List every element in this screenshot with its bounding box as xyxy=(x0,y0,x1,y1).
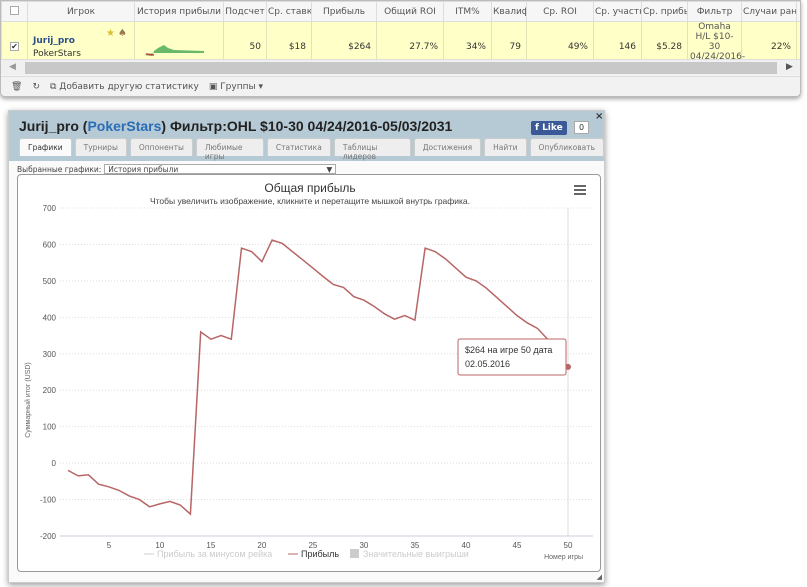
title-player: Jurij_pro xyxy=(19,118,79,134)
like-count: 0 xyxy=(574,121,590,134)
x-tick-label: 50 xyxy=(564,541,573,550)
player-dialog: Jurij_pro (PokerStars) Фильтр:OHL $10-30… xyxy=(8,110,605,583)
legend-symbol xyxy=(350,549,359,558)
sparkline-icon xyxy=(144,44,204,56)
tab-statistics[interactable]: Статистика xyxy=(266,138,331,156)
close-icon[interactable]: × xyxy=(595,111,603,122)
col-header[interactable]: Случаи ранн xyxy=(741,1,797,22)
tooltip-line2: 02.05.2016 xyxy=(465,359,510,369)
col-header-overflow xyxy=(796,1,800,22)
col-header[interactable]: Фильтр xyxy=(687,1,742,22)
stats-grid-panel: Игрок История прибыли Подсчет Ср. ставка… xyxy=(0,0,801,97)
add-stats-button[interactable]: ⧉ Добавить другую статистику xyxy=(50,82,199,93)
y-tick-label: 200 xyxy=(43,386,57,395)
table-header-row: Игрок История прибыли Подсчет Ср. ставка… xyxy=(1,1,800,22)
legend-item-profit[interactable]: Прибыль xyxy=(301,549,339,559)
star-badge-icon: ★ xyxy=(106,28,115,39)
x-axis-label: Номер игры xyxy=(544,554,583,561)
legend-item-big-wins[interactable]: Значительные выигрыши xyxy=(363,549,469,559)
x-tick-label: 45 xyxy=(513,541,522,550)
chart-select[interactable]: История прибыли ▼ xyxy=(104,164,337,174)
like-label: Like xyxy=(542,123,563,133)
y-tick-label: -200 xyxy=(40,532,57,541)
chart-select-value: История прибыли xyxy=(108,165,179,174)
tab-charts[interactable]: Графики xyxy=(19,138,72,156)
col-header[interactable]: История прибыли xyxy=(134,1,224,22)
x-tick-label: 5 xyxy=(107,541,112,550)
add-stats-label: Добавить другую статистику xyxy=(59,82,199,92)
col-header[interactable]: Общий ROI xyxy=(376,1,444,22)
title-site-link[interactable]: PokerStars xyxy=(87,118,161,134)
col-header[interactable]: Игрок xyxy=(27,1,135,22)
grid-toolbar: 🗑 ↻ ⧉ Добавить другую статистику ▣ Групп… xyxy=(1,76,800,96)
profit-chart[interactable]: Общая прибыль Чтобы увеличить изображени… xyxy=(17,174,601,572)
medal-badge-icon: ♠ xyxy=(118,28,127,39)
trash-icon[interactable]: 🗑 xyxy=(11,82,22,93)
scroll-thumb[interactable] xyxy=(25,62,777,74)
tab-leaderboards[interactable]: Таблицы лидеров xyxy=(333,138,411,161)
chart-selector-label: Выбранные графики: xyxy=(17,164,102,174)
tab-publish[interactable]: Опубликовать xyxy=(529,138,604,156)
legend: Прибыль за минусом рейка Прибыль Значите… xyxy=(144,549,469,559)
chart-title: Общая прибыль xyxy=(264,181,355,195)
col-header[interactable]: ITM% xyxy=(443,1,492,22)
col-header[interactable]: Ср. участн xyxy=(593,1,642,22)
chart-selector-row: Выбранные графики: История прибыли ▼ xyxy=(17,164,337,174)
y-tick-label: 100 xyxy=(43,423,57,432)
groups-label: Группы xyxy=(220,82,256,92)
tooltip-line1: $264 на игре 50 дата xyxy=(465,345,552,355)
select-all-checkbox[interactable] xyxy=(1,1,28,22)
tab-tournaments[interactable]: Турниры xyxy=(74,138,127,156)
col-header[interactable]: Ср. ставка xyxy=(266,1,312,22)
tab-favorite-games[interactable]: Любимые игры xyxy=(195,138,264,161)
legend-item-net-profit[interactable]: Прибыль за минусом рейка xyxy=(157,549,272,559)
tab-find[interactable]: Найти xyxy=(484,138,527,156)
tab-opponents[interactable]: Оппоненты xyxy=(129,138,193,156)
horizontal-scrollbar[interactable]: ◀ ▶ xyxy=(1,59,800,75)
facebook-like-button[interactable]: f Like xyxy=(531,121,567,135)
dialog-header: Jurij_pro (PokerStars) Фильтр:OHL $10-30… xyxy=(9,111,604,161)
player-site: PokerStars xyxy=(33,48,81,59)
y-tick-label: 700 xyxy=(43,204,57,213)
tooltip: $264 на игре 50 дата 02.05.2016 xyxy=(457,338,567,376)
col-header[interactable]: Ср. ROI xyxy=(526,1,594,22)
col-header[interactable]: Ср. прибыль xyxy=(641,1,688,22)
y-tick-label: 400 xyxy=(43,313,57,322)
tab-achievements[interactable]: Достижения xyxy=(413,138,482,156)
col-header[interactable]: Квалиф xyxy=(491,1,527,22)
y-tick-label: 0 xyxy=(52,459,57,468)
col-header[interactable]: Подсчет xyxy=(223,1,267,22)
groups-button[interactable]: ▣ Группы ▾ xyxy=(209,82,263,93)
y-tick-label: 500 xyxy=(43,277,57,286)
dialog-tabs: Графики Турниры Оппоненты Любимые игры С… xyxy=(19,138,604,161)
dropdown-arrow-icon: ▼ xyxy=(326,165,333,174)
dialog-title: Jurij_pro (PokerStars) Фильтр:OHL $10-30… xyxy=(19,118,453,134)
y-tick-label: 300 xyxy=(43,350,57,359)
chart-svg[interactable]: Общая прибыль Чтобы увеличить изображени… xyxy=(18,175,602,573)
title-filter: Фильтр:OHL $10-30 04/24/2016-05/03/2031 xyxy=(169,118,453,134)
col-header[interactable]: Прибыль xyxy=(311,1,377,22)
scroll-right-icon[interactable]: ▶ xyxy=(786,62,793,72)
scroll-left-icon[interactable]: ◀ xyxy=(9,62,16,72)
resize-handle-icon[interactable]: ◢ xyxy=(597,573,602,581)
y-axis-label: Суммарный итог (USD) xyxy=(24,362,32,438)
refresh-icon[interactable]: ↻ xyxy=(32,82,40,93)
chart-subtitle: Чтобы увеличить изображение, кликните и … xyxy=(150,196,470,206)
menu-icon[interactable] xyxy=(574,185,586,195)
y-tick-label: -100 xyxy=(40,496,57,505)
y-tick-label: 600 xyxy=(43,240,57,249)
